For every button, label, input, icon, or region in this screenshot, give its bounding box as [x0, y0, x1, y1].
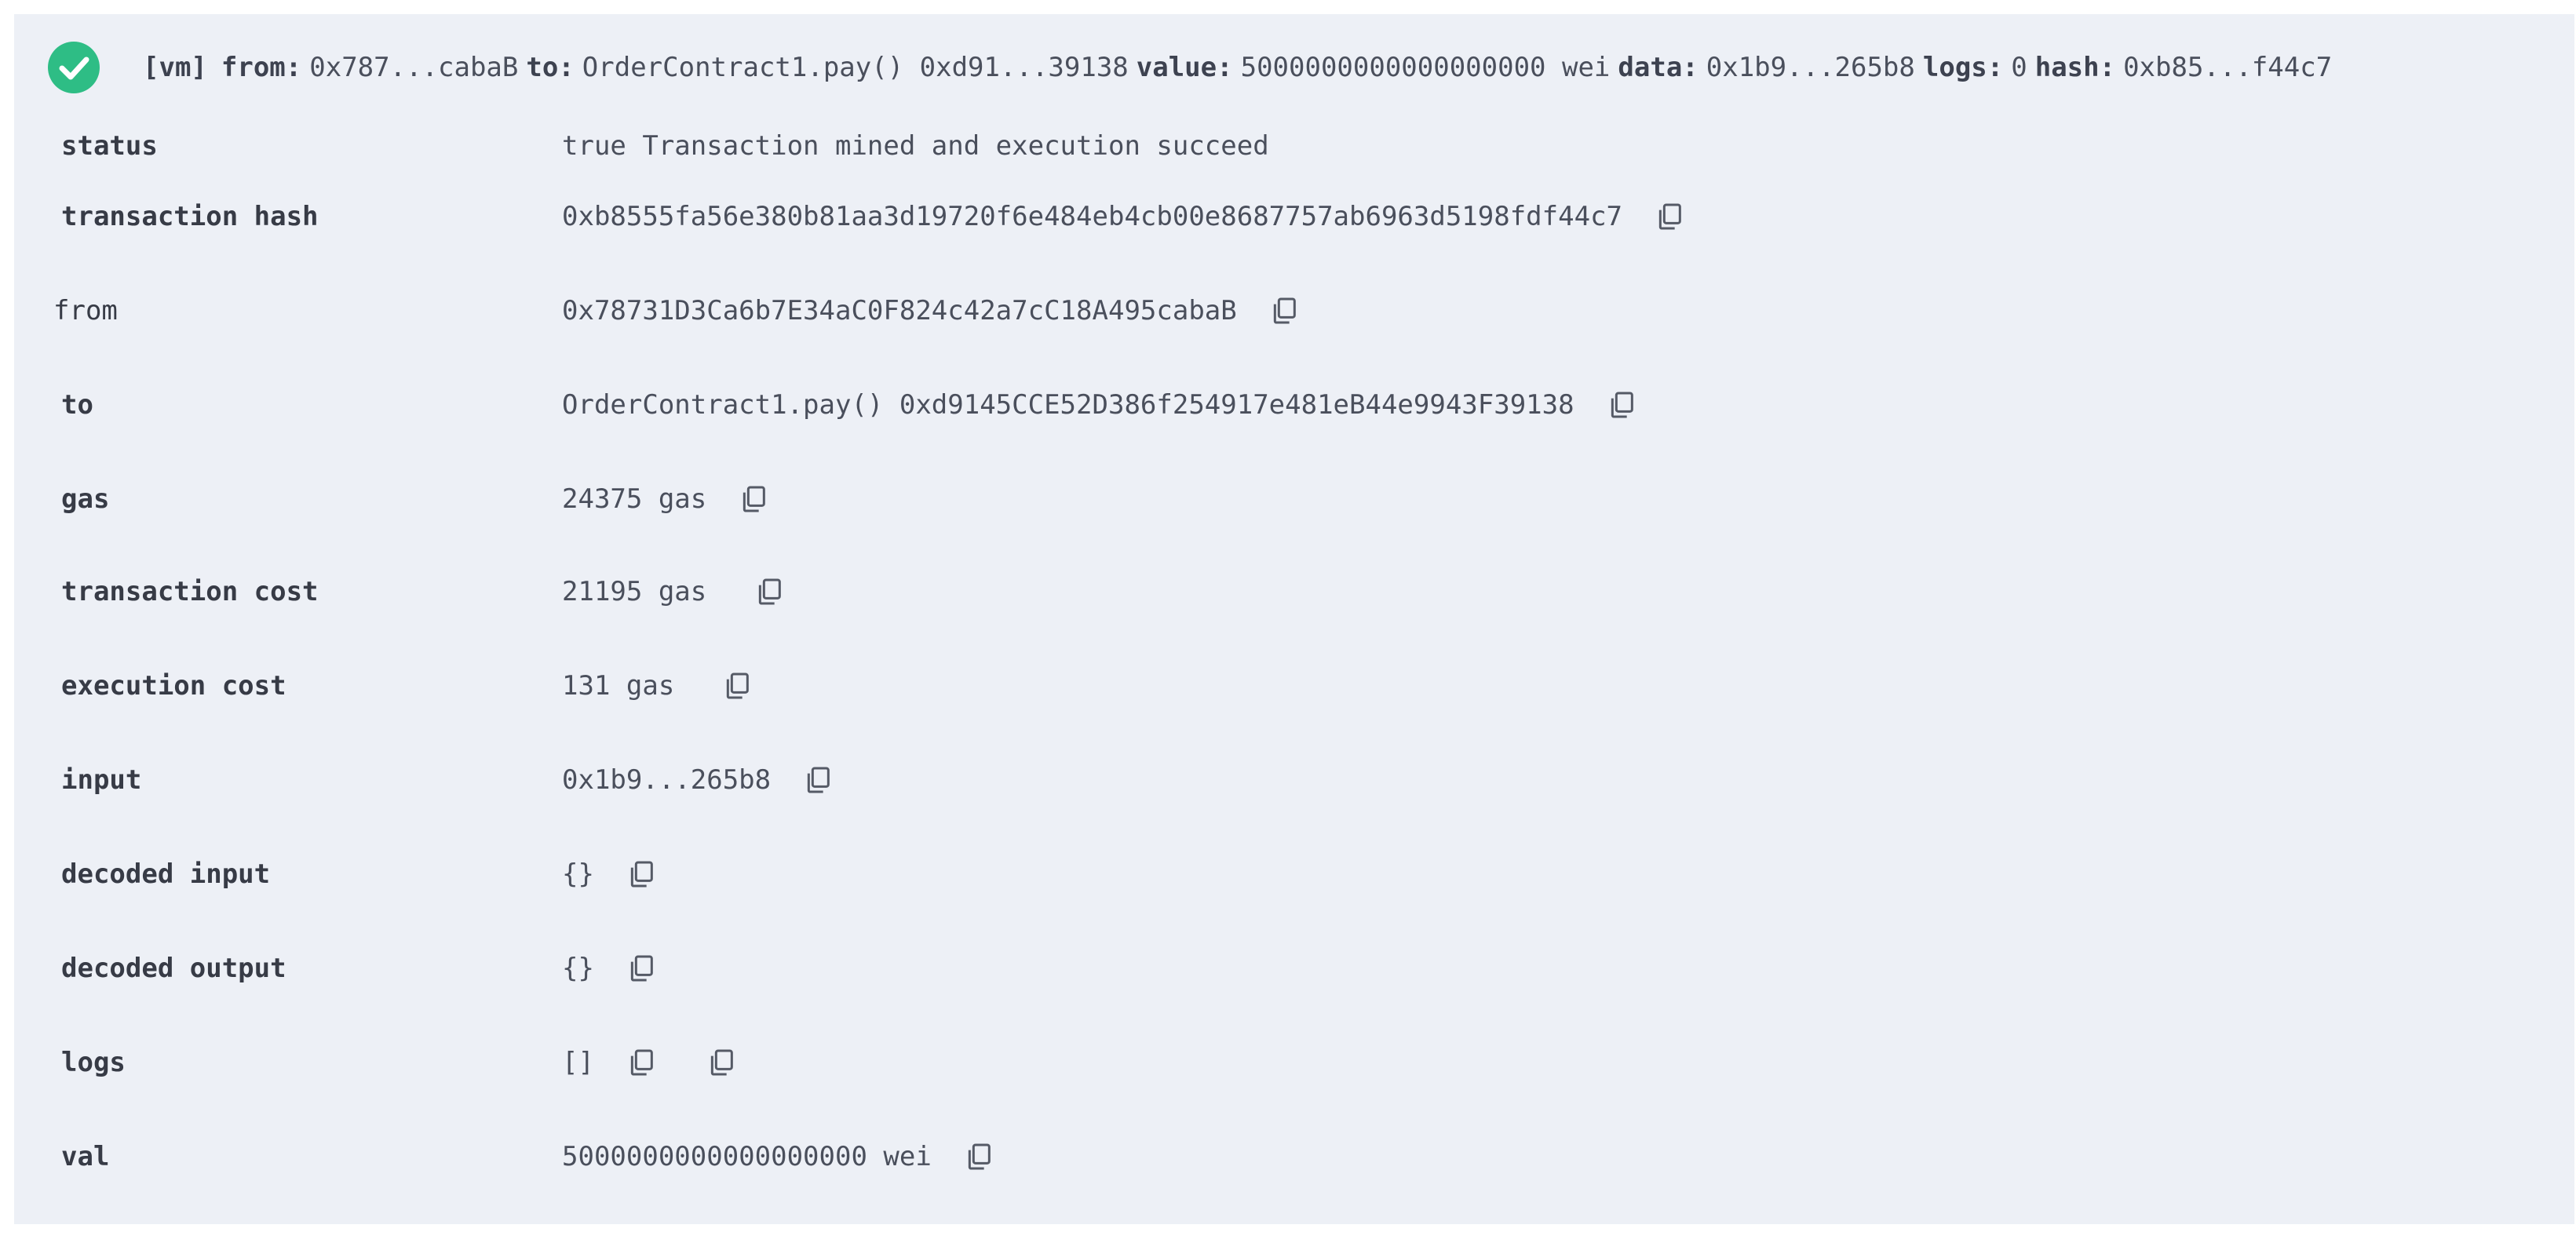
transaction-details-panel: [vm] from: 0x787...cabaB to: OrderContra…: [14, 14, 2574, 1224]
detail-value: {}: [562, 953, 657, 984]
detail-key: transaction cost: [61, 576, 319, 607]
from-value: 0x78731D3Ca6b7E34aC0F824c42a7cC18A495cab…: [562, 295, 1237, 326]
input-value: 0x1b9...265b8: [562, 764, 772, 796]
detail-row-execution-cost: execution cost 131 gas: [14, 662, 2574, 709]
copy-icon[interactable]: [802, 764, 834, 796]
detail-row-status: status true Transaction mined and execut…: [14, 122, 2574, 170]
copy-icon[interactable]: [706, 1047, 737, 1078]
copy-icon[interactable]: [626, 1047, 657, 1078]
copy-icon[interactable]: [626, 858, 657, 890]
detail-value: 24375 gas: [562, 483, 769, 515]
detail-value: {}: [562, 858, 657, 890]
detail-value: 0x78731D3Ca6b7E34aC0F824c42a7cC18A495cab…: [562, 295, 1300, 326]
detail-key: status: [61, 130, 158, 162]
copy-icon[interactable]: [1606, 389, 1637, 421]
detail-row-logs: logs []: [14, 1039, 2574, 1086]
header-from-value: 0x787...cabaB: [309, 52, 519, 83]
detail-row-gas: gas 24375 gas: [14, 476, 2574, 523]
transaction-summary-header[interactable]: [vm] from: 0x787...cabaB to: OrderContra…: [47, 38, 2574, 97]
detail-row-input: input 0x1b9...265b8: [14, 756, 2574, 804]
detail-row-decoded-input: decoded input {}: [14, 851, 2574, 898]
header-value-value: 5000000000000000000 wei: [1240, 52, 1611, 83]
status-value: true Transaction mined and execution suc…: [562, 130, 1269, 162]
check-circle-icon: [48, 42, 100, 93]
detail-row-transaction-hash: transaction hash 0xb8555fa56e380b81aa3d1…: [14, 193, 2574, 240]
copy-icon[interactable]: [738, 483, 769, 515]
detail-row-val: val 5000000000000000000 wei: [14, 1133, 2574, 1180]
decoded-input-value: {}: [562, 858, 594, 890]
header-to-label: to:: [526, 52, 575, 83]
detail-value: 0xb8555fa56e380b81aa3d19720f6e484eb4cb00…: [562, 201, 1685, 232]
header-data-label: data:: [1618, 52, 1698, 83]
execution-cost-value: 131 gas: [562, 670, 675, 702]
vm-tag: [vm]: [143, 52, 207, 83]
transaction-hash-value: 0xb8555fa56e380b81aa3d19720f6e484eb4cb00…: [562, 201, 1623, 232]
detail-key: gas: [61, 483, 110, 515]
detail-row-transaction-cost: transaction cost 21195 gas: [14, 568, 2574, 615]
detail-row-from: from 0x78731D3Ca6b7E34aC0F824c42a7cC18A4…: [14, 287, 2574, 334]
copy-icon[interactable]: [626, 953, 657, 984]
detail-value: []: [562, 1047, 737, 1078]
val-value: 5000000000000000000 wei: [562, 1141, 932, 1172]
header-logs-label: logs:: [1922, 52, 2004, 83]
detail-key: execution cost: [61, 670, 286, 702]
copy-icon[interactable]: [753, 576, 785, 607]
decoded-output-value: {}: [562, 953, 594, 984]
logs-value: []: [562, 1047, 594, 1078]
detail-key: to: [61, 389, 93, 421]
detail-key: input: [61, 764, 142, 796]
detail-key: decoded input: [61, 858, 271, 890]
header-logs-value: 0: [2011, 52, 2027, 83]
to-value: OrderContract1.pay() 0xd9145CCE52D386f25…: [562, 389, 1574, 421]
detail-row-decoded-output: decoded output {}: [14, 945, 2574, 992]
copy-icon[interactable]: [721, 670, 753, 702]
header-value-label: value:: [1136, 52, 1233, 83]
detail-row-to: to OrderContract1.pay() 0xd9145CCE52D386…: [14, 381, 2574, 428]
transaction-cost-value: 21195 gas: [562, 576, 707, 607]
detail-value: 21195 gas: [562, 576, 785, 607]
copy-icon[interactable]: [1654, 201, 1685, 232]
detail-key: val: [61, 1141, 110, 1172]
detail-value: true Transaction mined and execution suc…: [562, 130, 1269, 162]
copy-icon[interactable]: [1268, 295, 1300, 326]
detail-value: 0x1b9...265b8: [562, 764, 834, 796]
header-hash-value: 0xb85...f44c7: [2123, 52, 2333, 83]
gas-value: 24375 gas: [562, 483, 707, 515]
detail-value: 5000000000000000000 wei: [562, 1141, 994, 1172]
detail-value: OrderContract1.pay() 0xd9145CCE52D386f25…: [562, 389, 1637, 421]
header-data-value: 0x1b9...265b8: [1706, 52, 1915, 83]
detail-key: decoded output: [61, 953, 286, 984]
copy-icon[interactable]: [963, 1141, 994, 1172]
header-hash-label: hash:: [2034, 52, 2116, 83]
header-to-value: OrderContract1.pay() 0xd91...39138: [582, 52, 1129, 83]
detail-key: transaction hash: [61, 201, 319, 232]
detail-value: 131 gas: [562, 670, 753, 702]
header-from-label: from:: [221, 52, 302, 83]
detail-key: logs: [61, 1047, 126, 1078]
detail-key: from: [53, 295, 118, 326]
